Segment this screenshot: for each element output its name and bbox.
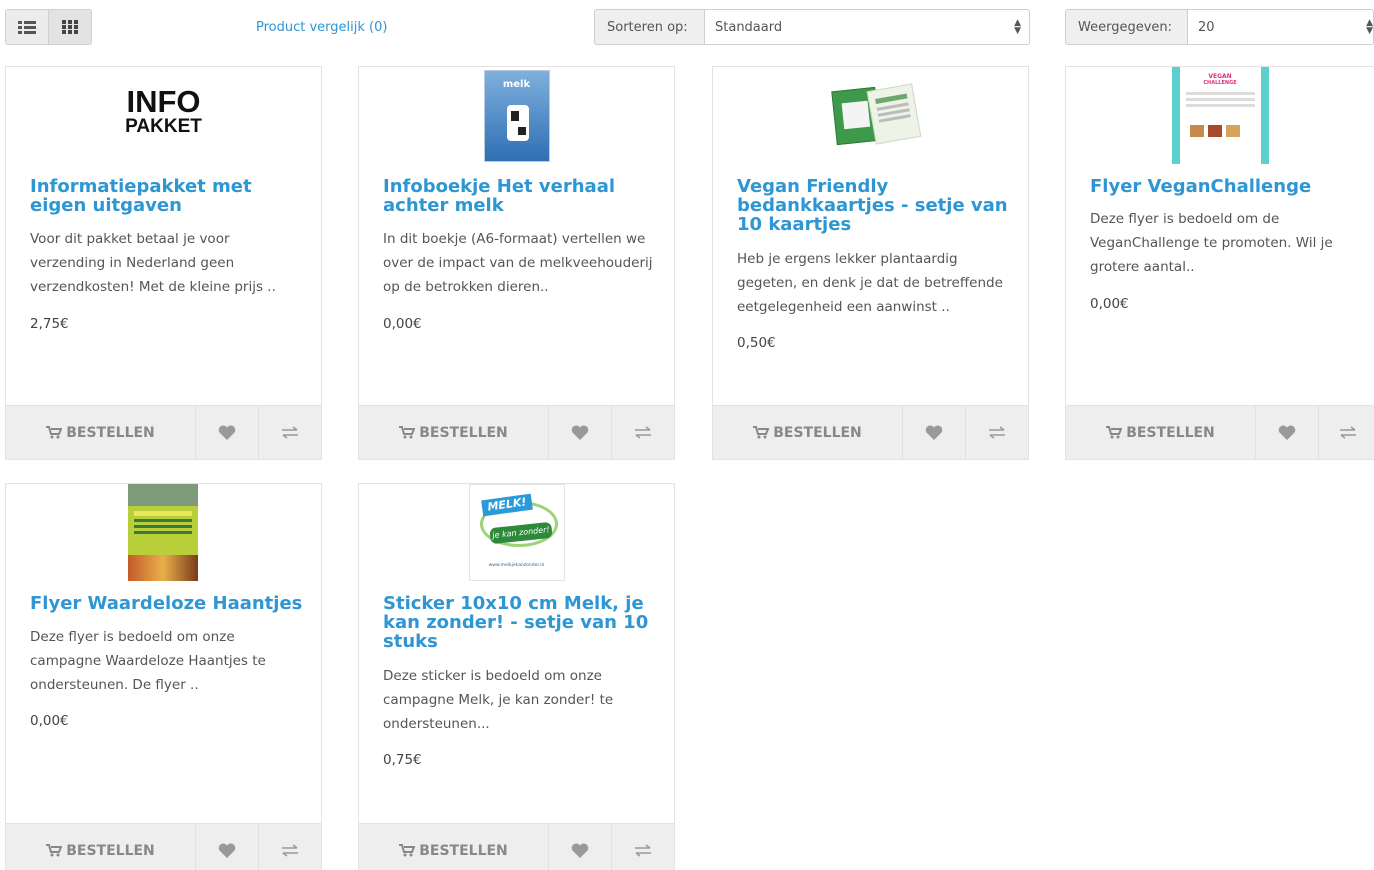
compare-button[interactable] (612, 824, 674, 870)
product-image[interactable] (6, 484, 321, 581)
compare-arrows-icon (989, 426, 1005, 439)
product-card: INFO PAKKET Informatiepakket met eigen u… (5, 66, 322, 460)
product-image[interactable]: INFO PAKKET (6, 67, 321, 164)
product-description: Deze flyer is bedoeld om onze campagne W… (30, 629, 266, 693)
product-description: In dit boekje (A6-formaat) vertellen we … (383, 231, 653, 295)
cart-icon (399, 426, 416, 439)
image-text: INFO (126, 84, 201, 119)
cart-icon (46, 426, 63, 439)
product-price: 0,00€ (1090, 296, 1129, 312)
product-price: 0,75€ (383, 752, 422, 768)
product-title-link[interactable]: Vegan Friendly bedankkaartjes - setje va… (737, 177, 1010, 234)
product-title-link[interactable]: Infoboekje Het verhaal achter melk (383, 177, 656, 215)
product-description: Heb je ergens lekker plantaardig gegeten… (737, 251, 1003, 315)
cart-icon (46, 844, 63, 857)
product-image[interactable]: melk (359, 67, 674, 164)
product-card: melk Infoboekje Het verhaal achter melk … (358, 66, 675, 460)
product-price: 0,50€ (737, 335, 776, 351)
order-button-label: BESTELLEN (66, 424, 155, 441)
product-image[interactable]: MELK! je kan zonder! www.melkjekanzonder… (359, 484, 674, 581)
compare-arrows-icon (635, 844, 651, 857)
product-description: Deze flyer is bedoeld om de VeganChallen… (1090, 211, 1333, 275)
product-toolbar: Product vergelijk (0) Sorteren op: Stand… (0, 0, 1374, 60)
heart-icon (925, 425, 943, 440)
product-card: MELK! je kan zonder! www.melkjekanzonder… (358, 483, 675, 870)
view-toggle (5, 9, 92, 45)
compare-arrows-icon (635, 426, 651, 439)
order-button[interactable]: BESTELLEN (359, 824, 549, 870)
heart-icon (571, 425, 589, 440)
product-title-link[interactable]: Flyer VeganChallenge (1090, 177, 1358, 196)
sort-label: Sorteren op: (594, 9, 705, 45)
product-image[interactable]: VEGAN CHALLENGE (1066, 67, 1374, 164)
wishlist-button[interactable] (196, 824, 259, 870)
grid-view-icon (62, 20, 78, 34)
product-price: 0,00€ (30, 713, 69, 729)
product-actions: BESTELLEN (1066, 405, 1374, 459)
sort-select[interactable]: Standaard ▲ ▼ (705, 9, 1030, 45)
order-button[interactable]: BESTELLEN (6, 406, 196, 459)
list-view-button[interactable] (6, 10, 48, 44)
heart-icon (571, 843, 589, 858)
order-button[interactable]: BESTELLEN (1066, 406, 1256, 459)
cart-icon (1106, 426, 1123, 439)
order-button-label: BESTELLEN (1126, 424, 1215, 441)
product-actions: BESTELLEN (6, 405, 321, 459)
heart-icon (1278, 425, 1296, 440)
product-image[interactable] (713, 67, 1028, 164)
heart-icon (218, 843, 236, 858)
image-text: www.melkjekanzonder.nl (488, 563, 545, 568)
show-select-value: 20 (1198, 19, 1215, 35)
product-price: 0,00€ (383, 316, 422, 332)
sort-select-value: Standaard (715, 19, 783, 35)
product-description: Deze sticker is bedoeld om onze campagne… (383, 668, 614, 732)
compare-button[interactable] (612, 406, 674, 459)
product-card: Vegan Friendly bedankkaartjes - setje va… (712, 66, 1029, 460)
order-button[interactable]: BESTELLEN (6, 824, 196, 870)
image-text: VEGAN (1208, 73, 1232, 80)
image-text: PAKKET (125, 116, 202, 137)
select-arrows-icon: ▲ ▼ (1014, 18, 1021, 36)
compare-button[interactable] (259, 406, 321, 459)
product-actions: BESTELLEN (713, 405, 1028, 459)
product-compare-link[interactable]: Product vergelijk (0) (256, 20, 387, 35)
compare-arrows-icon (1339, 426, 1356, 439)
product-price: 2,75€ (30, 316, 69, 332)
wishlist-button[interactable] (903, 406, 966, 459)
product-title-link[interactable]: Sticker 10x10 cm Melk, je kan zonder! - … (383, 594, 656, 651)
cart-icon (399, 844, 416, 857)
order-button[interactable]: BESTELLEN (359, 406, 549, 459)
show-label: Weergegeven: (1065, 9, 1188, 45)
compare-arrows-icon (282, 426, 298, 439)
product-title-link[interactable]: Informatiepakket met eigen uitgaven (30, 177, 303, 215)
heart-icon (218, 425, 236, 440)
order-button-label: BESTELLEN (66, 842, 155, 859)
wishlist-button[interactable] (196, 406, 259, 459)
compare-button[interactable] (966, 406, 1028, 459)
compare-button[interactable] (1319, 406, 1374, 459)
compare-arrows-icon (282, 844, 298, 857)
list-view-icon (18, 21, 36, 34)
product-actions: BESTELLEN (359, 405, 674, 459)
product-actions: BESTELLEN (359, 823, 674, 870)
show-select[interactable]: 20 ▲ ▼ (1188, 9, 1374, 45)
wishlist-button[interactable] (549, 824, 612, 870)
wishlist-button[interactable] (1256, 406, 1319, 459)
product-title-link[interactable]: Flyer Waardeloze Haantjes (30, 594, 303, 613)
product-actions: BESTELLEN (6, 823, 321, 870)
grid-view-button[interactable] (48, 10, 91, 44)
image-text: CHALLENGE (1203, 80, 1237, 86)
product-description: Voor dit pakket betaal je voor verzendin… (30, 231, 276, 295)
select-arrows-icon: ▲ ▼ (1366, 18, 1373, 36)
order-button-label: BESTELLEN (773, 424, 862, 441)
image-text: melk (502, 79, 531, 90)
cart-icon (753, 426, 770, 439)
product-card: VEGAN CHALLENGE Flyer VeganChallenge Dez… (1065, 66, 1374, 460)
product-card: Flyer Waardeloze Haantjes Deze flyer is … (5, 483, 322, 870)
order-button-label: BESTELLEN (419, 842, 508, 859)
order-button-label: BESTELLEN (419, 424, 508, 441)
wishlist-button[interactable] (549, 406, 612, 459)
compare-button[interactable] (259, 824, 321, 870)
order-button[interactable]: BESTELLEN (713, 406, 903, 459)
